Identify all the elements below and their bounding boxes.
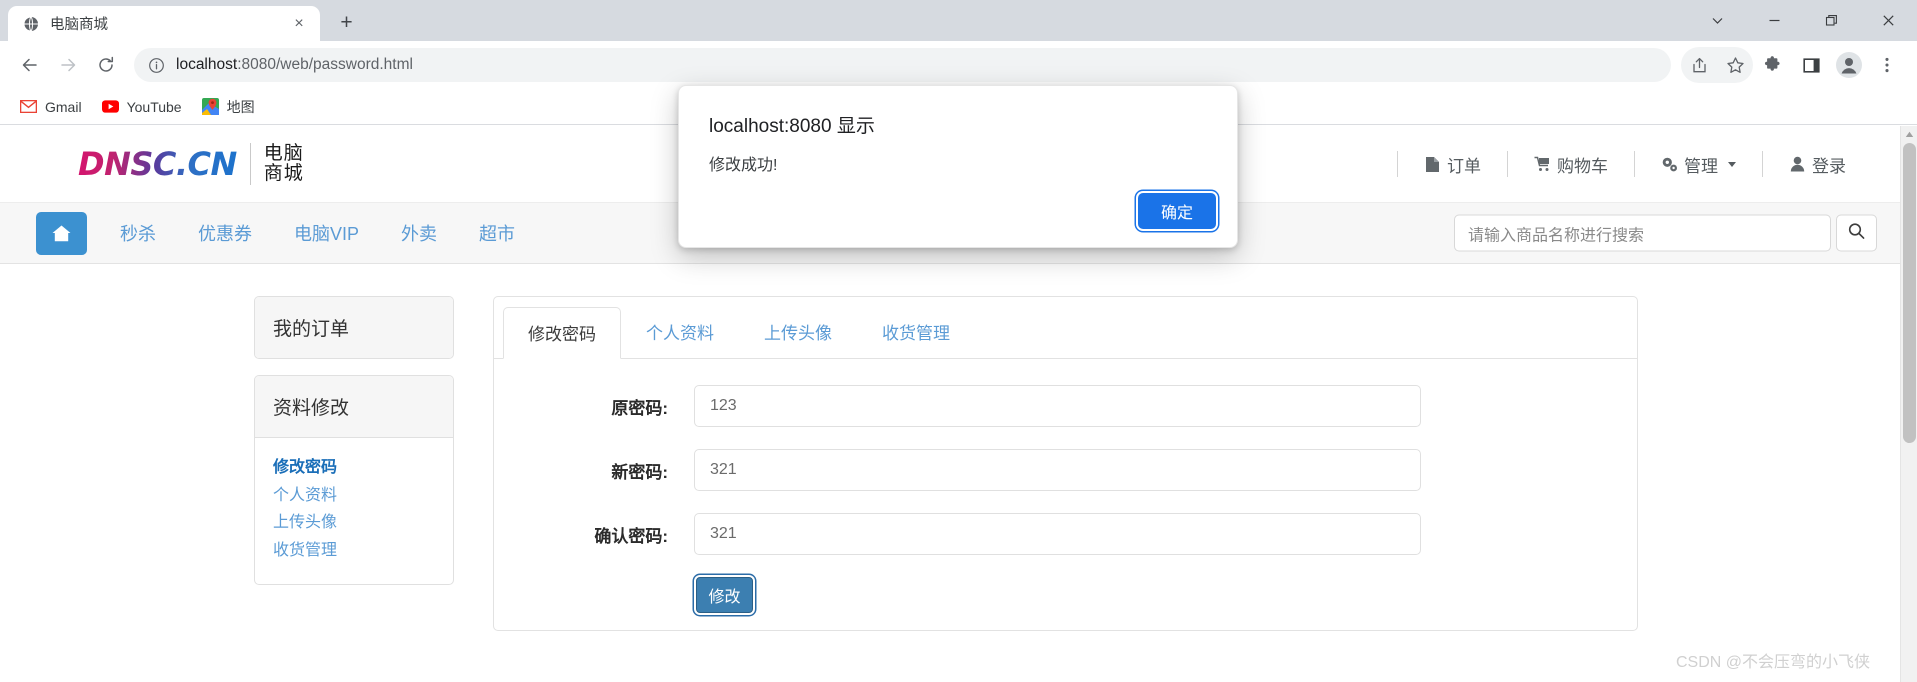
window-controls xyxy=(1689,0,1917,41)
close-icon[interactable] xyxy=(1860,0,1917,41)
dialog-ok-button[interactable]: 确定 xyxy=(1138,193,1216,229)
minimize-icon[interactable] xyxy=(1746,0,1803,41)
dialog-layer: localhost:8080 显示 修改成功! 确定 xyxy=(0,41,1917,682)
new-tab-button[interactable]: + xyxy=(331,7,362,38)
dialog-title: localhost:8080 显示 xyxy=(709,116,875,137)
globe-icon xyxy=(22,15,39,32)
browser-tab[interactable]: 电脑商城 × xyxy=(8,6,320,41)
dialog-message: 修改成功! xyxy=(709,157,778,174)
tab-strip: 电脑商城 × + xyxy=(0,0,362,41)
tab-title: 电脑商城 xyxy=(50,17,108,33)
browser-titlebar: 电脑商城 × + xyxy=(0,0,1917,41)
tab-close-icon[interactable]: × xyxy=(288,13,310,35)
browser-window: 电脑商城 × + localhost:8080/web/password.htm… xyxy=(0,0,1917,682)
tab-search-icon[interactable] xyxy=(1689,0,1746,41)
maximize-icon[interactable] xyxy=(1803,0,1860,41)
javascript-alert-dialog: localhost:8080 显示 修改成功! 确定 xyxy=(678,85,1238,248)
